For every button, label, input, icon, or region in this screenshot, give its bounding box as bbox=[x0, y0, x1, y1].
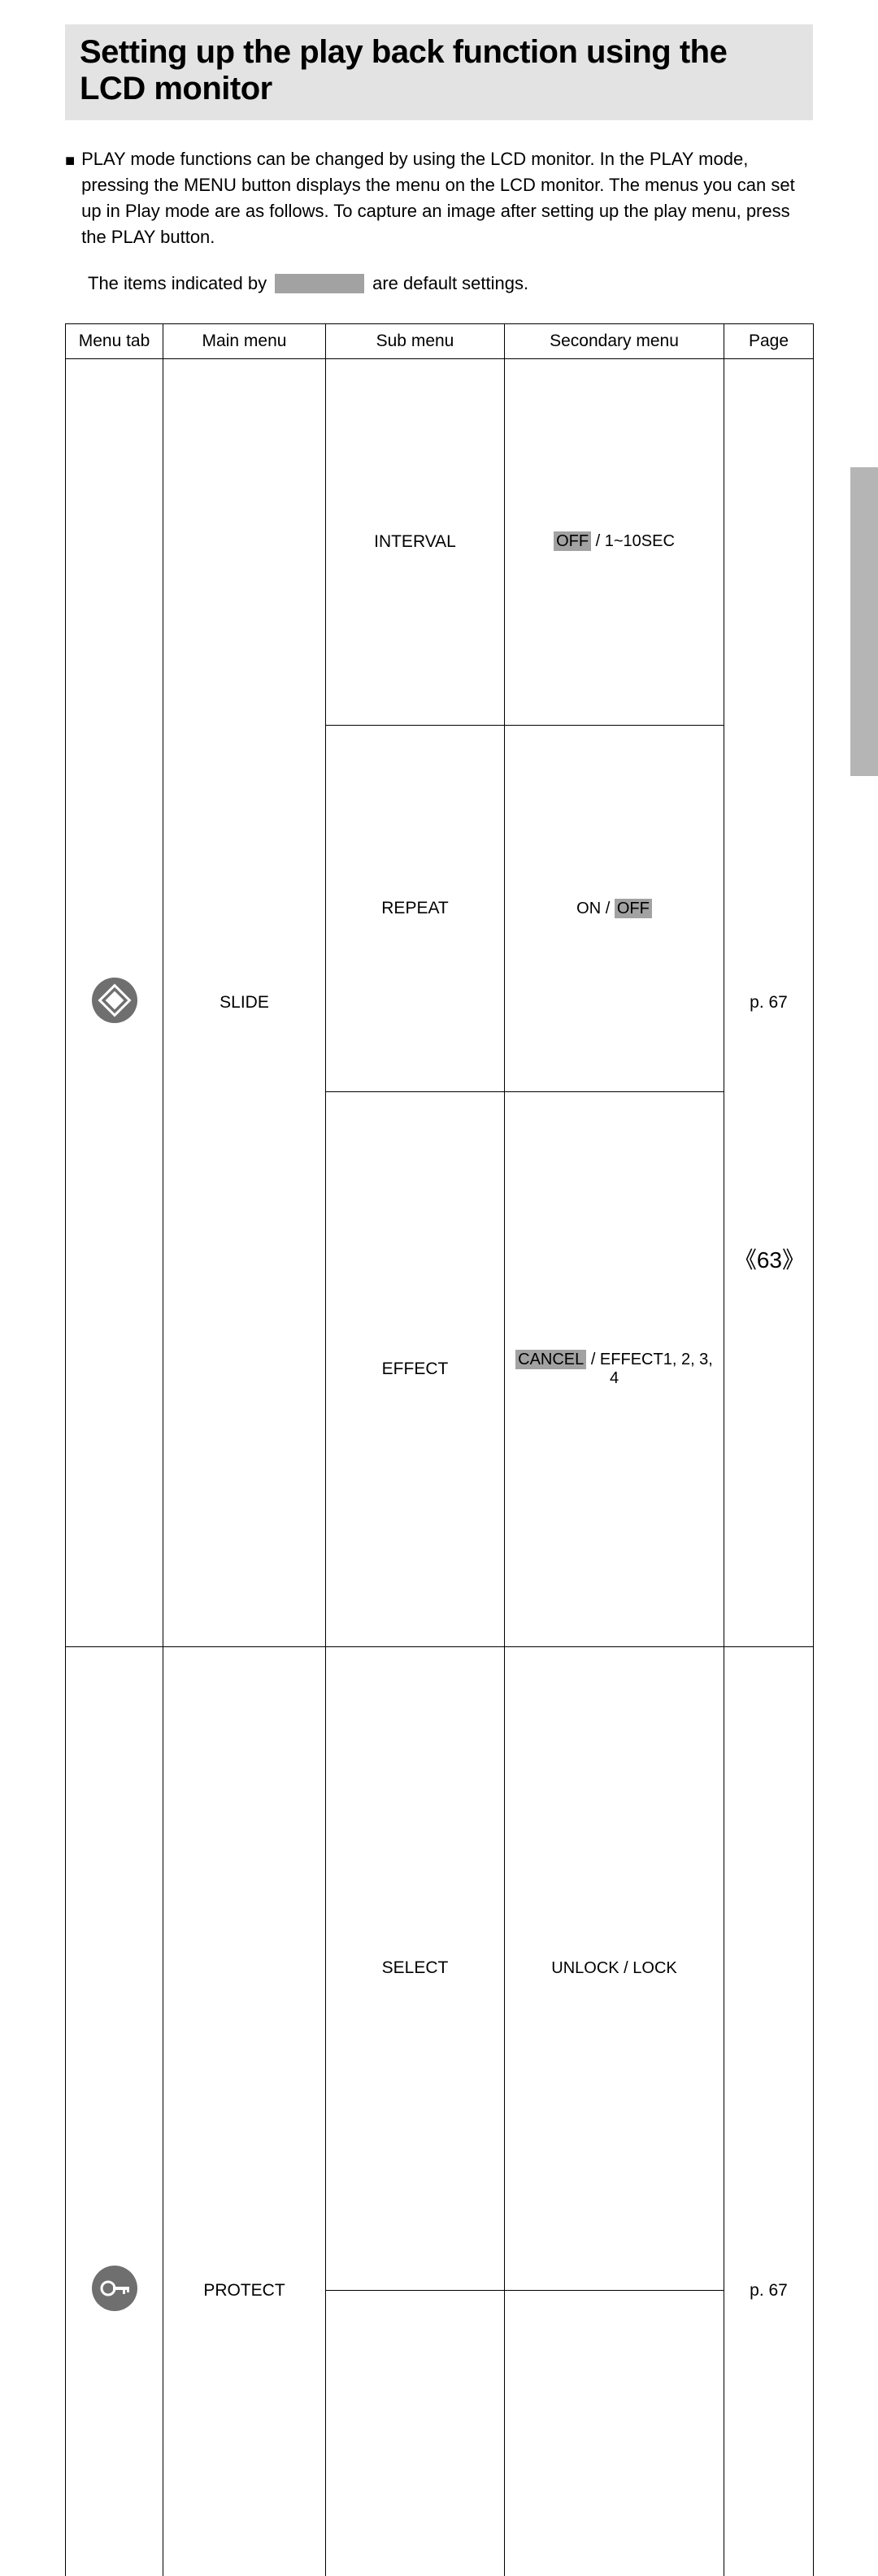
page-number: 《63》 bbox=[734, 1242, 805, 1275]
menu-table: Menu tab Main menu Sub menu Secondary me… bbox=[65, 323, 814, 2576]
sub-menu-cell: ALL PICS bbox=[326, 2291, 505, 2576]
page-number-value: 63 bbox=[757, 1247, 782, 1273]
section-side-tab bbox=[850, 467, 878, 776]
default-highlight-swatch bbox=[275, 274, 364, 293]
bullet-square-icon: ■ bbox=[65, 150, 75, 250]
page-ref-cell: p. 67 bbox=[724, 358, 814, 1646]
default-settings-note: The items indicated by are default setti… bbox=[88, 273, 813, 294]
sub-menu-cell: EFFECT bbox=[326, 1092, 505, 1646]
secondary-menu-cell: ON / OFF bbox=[505, 725, 724, 1091]
menu-tab-cell bbox=[66, 1646, 163, 2576]
th-secondary: Secondary menu bbox=[505, 323, 724, 358]
table-header-row: Menu tab Main menu Sub menu Secondary me… bbox=[66, 323, 814, 358]
main-menu-cell: PROTECT bbox=[163, 1646, 326, 2576]
intro-text: PLAY mode functions can be changed by us… bbox=[81, 146, 813, 250]
sub-menu-cell: REPEAT bbox=[326, 725, 505, 1091]
protect-icon bbox=[90, 2264, 139, 2313]
main-menu-cell: SLIDE bbox=[163, 358, 326, 1646]
menu-tab-cell bbox=[66, 358, 163, 1646]
sub-menu-cell: INTERVAL bbox=[326, 358, 505, 725]
table-row: PROTECTSELECTUNLOCK / LOCKp. 67 bbox=[66, 1646, 814, 2291]
table-row: SLIDEINTERVALOFF / 1~10SECp. 67 bbox=[66, 358, 814, 725]
th-main-menu: Main menu bbox=[163, 323, 326, 358]
secondary-menu-cell: OFF / 1~10SEC bbox=[505, 358, 724, 725]
secondary-menu-cell: UNLOCK / LOCK bbox=[505, 1646, 724, 2291]
th-sub-menu: Sub menu bbox=[326, 323, 505, 358]
default-note-post: are default settings. bbox=[372, 273, 528, 294]
page-title: Setting up the play back function using … bbox=[80, 34, 798, 107]
intro-block: ■ PLAY mode functions can be changed by … bbox=[65, 146, 813, 250]
slide-icon bbox=[90, 976, 139, 1025]
th-menu-tab: Menu tab bbox=[66, 323, 163, 358]
secondary-menu-cell: CANCEL / EFFECT1, 2, 3, 4 bbox=[505, 1092, 724, 1646]
manual-page: Setting up the play back function using … bbox=[0, 24, 878, 1312]
page-ref-cell: p. 67 bbox=[724, 1646, 814, 2576]
default-note-pre: The items indicated by bbox=[88, 273, 267, 294]
title-bar: Setting up the play back function using … bbox=[65, 24, 813, 120]
th-page: Page bbox=[724, 323, 814, 358]
secondary-menu-cell: UNLOCK / LOCK bbox=[505, 2291, 724, 2576]
sub-menu-cell: SELECT bbox=[326, 1646, 505, 2291]
